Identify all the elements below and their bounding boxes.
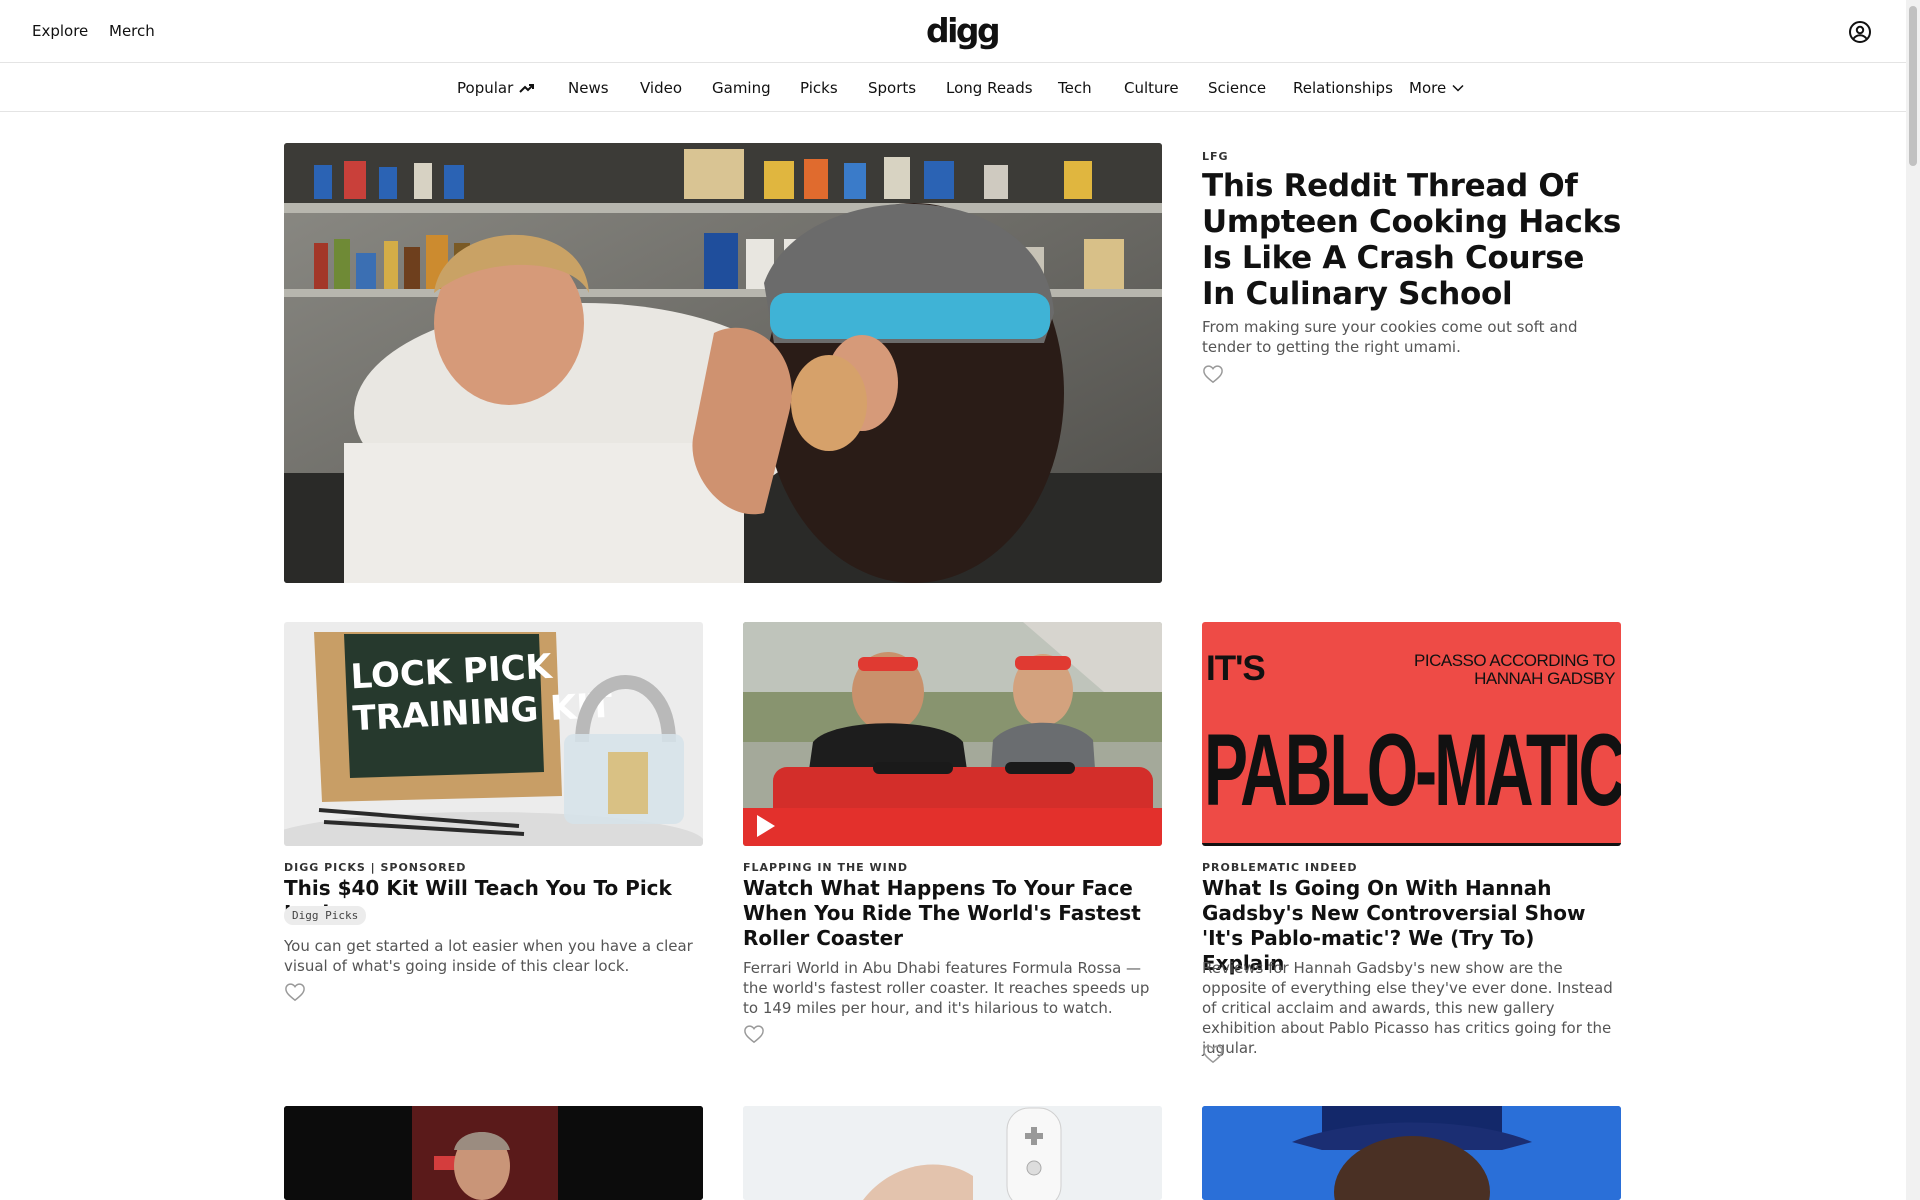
nav-popular[interactable]: Popular [457, 79, 535, 97]
card-pablo-kicker: PROBLEMATIC INDEED [1202, 861, 1358, 874]
nav-relationships[interactable]: Relationships [1293, 79, 1393, 97]
card-lockpick-image[interactable]: LOCK PICK TRAINING KIT [284, 622, 703, 846]
nav-gaming-label: Gaming [712, 79, 771, 97]
nav-news-label: News [568, 79, 609, 97]
nav-science[interactable]: Science [1208, 79, 1266, 97]
card-coaster-dek: Ferrari World in Abu Dhabi features Form… [743, 959, 1150, 1017]
card-lockpick-dek: You can get started a lot easier when yo… [284, 937, 693, 975]
chevron-down-icon [1452, 84, 1464, 92]
card-next-1-image[interactable] [284, 1106, 703, 1200]
digg-logo[interactable]: digg [926, 14, 1001, 48]
next-3-photo [1202, 1106, 1621, 1200]
nav-long-reads-label: Long Reads [946, 79, 1033, 97]
nav-culture-label: Culture [1124, 79, 1179, 97]
card-coaster-video[interactable] [743, 622, 1162, 846]
merch-link[interactable]: Merch [109, 22, 155, 40]
pablo-image-byline-1: PICASSO ACCORDING TO [1414, 651, 1615, 670]
card-pablo-dek: Reviews for Hannah Gadsby's new show are… [1202, 959, 1613, 1057]
featured-image[interactable] [284, 143, 1162, 583]
card-pablo-image[interactable]: IT'S PICASSO ACCORDING TO HANNAH GADSBY … [1202, 622, 1621, 846]
digg-picks-tag[interactable]: Digg Picks [284, 906, 367, 925]
featured-kicker: LFG [1202, 150, 1229, 163]
category-nav: Popular News Video Gaming Picks Sports L… [0, 63, 1906, 112]
nav-gaming[interactable]: Gaming [712, 79, 771, 97]
card-coaster-headline[interactable]: Watch What Happens To Your Face When You… [743, 876, 1163, 951]
trending-up-icon [519, 84, 535, 93]
nav-sports[interactable]: Sports [868, 79, 916, 97]
pablo-image-its: IT'S [1206, 649, 1266, 688]
featured-photo [284, 143, 1162, 583]
card-lockpick-kicker: DIGG PICKS | SPONSORED [284, 861, 467, 874]
top-bar: Explore Merch digg [0, 0, 1906, 63]
card-next-3-image[interactable] [1202, 1106, 1621, 1200]
nav-more-label: More [1409, 79, 1447, 97]
nav-more[interactable]: More [1409, 79, 1464, 97]
explore-link[interactable]: Explore [32, 22, 88, 40]
nav-news[interactable]: News [568, 79, 609, 97]
card-next-2-image[interactable] [743, 1106, 1162, 1200]
pablo-image-byline: PICASSO ACCORDING TO HANNAH GADSBY [1414, 652, 1615, 688]
nav-sports-label: Sports [868, 79, 917, 97]
coaster-photo [743, 622, 1162, 846]
featured-headline[interactable]: This Reddit Thread Of Umpteen Cooking Ha… [1202, 168, 1622, 312]
nav-science-label: Science [1208, 79, 1267, 97]
nav-relationships-label: Relationships [1293, 79, 1393, 97]
nav-picks[interactable]: Picks [800, 79, 838, 97]
card-coaster-kicker: FLAPPING IN THE WIND [743, 861, 909, 874]
like-heart-icon[interactable] [1202, 364, 1224, 384]
nav-tech[interactable]: Tech [1058, 79, 1092, 97]
nav-picks-label: Picks [800, 79, 838, 97]
lockpick-photo: LOCK PICK TRAINING KIT [284, 622, 703, 846]
like-heart-icon[interactable] [284, 982, 306, 1002]
page-scrollbar[interactable] [1906, 0, 1920, 1200]
featured-dek: From making sure your cookies come out s… [1202, 318, 1578, 356]
next-1-photo [284, 1106, 703, 1200]
like-heart-icon[interactable] [1202, 1044, 1224, 1064]
like-heart-icon[interactable] [743, 1024, 765, 1044]
nav-culture[interactable]: Culture [1124, 79, 1179, 97]
scrollbar-thumb[interactable] [1909, 6, 1917, 166]
nav-popular-label: Popular [457, 79, 514, 97]
nav-video-label: Video [640, 79, 683, 97]
next-2-photo [743, 1106, 1162, 1200]
nav-long-reads[interactable]: Long Reads [946, 79, 1033, 97]
pablo-image-title: PABLO-MATIC [1204, 711, 1621, 827]
nav-tech-label: Tech [1058, 79, 1092, 97]
nav-video[interactable]: Video [640, 79, 682, 97]
user-circle-icon[interactable] [1848, 20, 1872, 44]
